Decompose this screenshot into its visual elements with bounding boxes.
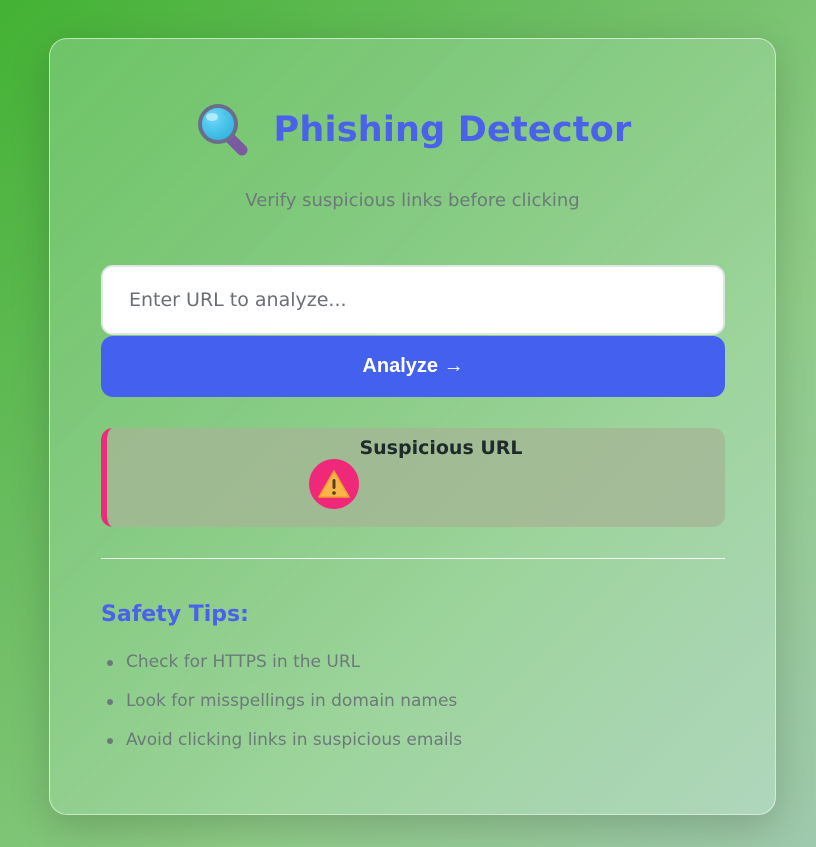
page-subtitle: Verify suspicious links before clicking <box>245 190 580 211</box>
result-label: Suspicious URL <box>359 436 523 459</box>
header: Phishing Detector <box>50 101 775 159</box>
list-item: Avoid clicking links in suspicious email… <box>101 728 462 767</box>
list-item: Look for misspellings in domain names <box>101 689 462 728</box>
list-item: Check for HTTPS in the URL <box>101 650 462 689</box>
tips-list: Check for HTTPS in the URL Look for miss… <box>101 650 462 767</box>
divider <box>101 558 725 559</box>
analyze-button[interactable]: Analyze → <box>101 336 725 397</box>
detector-card: Phishing Detector Verify suspicious link… <box>49 38 776 815</box>
warning-badge <box>309 458 360 509</box>
page-title: Phishing Detector <box>273 110 632 150</box>
result-panel: Suspicious URL <box>101 428 725 527</box>
url-input[interactable] <box>101 265 725 335</box>
warning-icon <box>318 469 351 498</box>
tips-title: Safety Tips: <box>101 602 249 627</box>
magnifying-glass-icon <box>197 104 248 156</box>
